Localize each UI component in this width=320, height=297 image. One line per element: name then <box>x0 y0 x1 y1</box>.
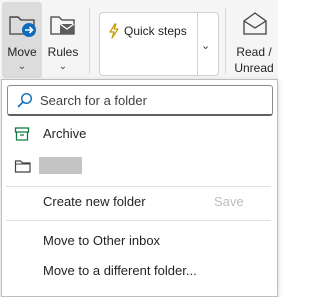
rules-icon <box>48 10 78 43</box>
ribbon-separator <box>225 8 226 74</box>
move-to-other-inbox-label: Move to Other inbox <box>43 233 161 248</box>
move-to-different-folder-label: Move to a different folder... <box>43 263 197 278</box>
move-button[interactable]: Move ⌄ <box>2 2 42 78</box>
read-unread-button[interactable]: Read / Unread <box>230 2 278 78</box>
save-button[interactable]: Save <box>214 194 244 209</box>
move-dropdown-menu: Archive Create new folder Save Move to O… <box>1 79 278 297</box>
chevron-down-icon: ⌄ <box>58 61 68 72</box>
search-input[interactable] <box>40 90 265 110</box>
folder-item-label: Archive <box>43 126 87 141</box>
quick-steps-gallery[interactable]: Quick steps ⌄ <box>99 12 219 76</box>
lightning-icon <box>108 23 120 44</box>
move-label: Move <box>7 45 37 59</box>
search-icon <box>17 92 33 113</box>
chevron-down-icon[interactable]: ⌄ <box>201 39 210 52</box>
folder-move-icon <box>8 10 38 43</box>
menu-divider <box>6 186 271 187</box>
ribbon-separator <box>89 8 90 74</box>
chevron-down-icon: ⌄ <box>17 61 27 72</box>
read-unread-label-line2: Unread <box>234 61 274 75</box>
folder-icon <box>14 158 32 179</box>
read-unread-label-line1: Read / <box>236 45 272 59</box>
folder-item-archive[interactable]: Archive <box>2 120 275 148</box>
move-to-different-folder-item[interactable]: Move to a different folder... <box>2 257 275 285</box>
folder-search-box[interactable] <box>7 85 273 116</box>
ribbon: Move ⌄ Rules ⌄ Quick steps ⌄ Read / Unre… <box>0 0 278 82</box>
redacted-folder-name <box>39 157 82 174</box>
rules-button[interactable]: Rules ⌄ <box>44 2 82 78</box>
archive-icon <box>14 126 30 147</box>
move-to-other-inbox-item[interactable]: Move to Other inbox <box>2 227 275 255</box>
rules-label: Rules <box>47 45 79 59</box>
quick-steps-label: Quick steps <box>124 24 187 38</box>
create-new-folder-row: Create new folder Save <box>2 188 275 216</box>
menu-divider <box>6 220 271 221</box>
create-new-folder-button[interactable]: Create new folder <box>43 194 146 209</box>
envelope-open-icon <box>241 10 269 41</box>
quick-steps-divider <box>197 13 198 75</box>
folder-item-redacted[interactable] <box>2 152 275 180</box>
